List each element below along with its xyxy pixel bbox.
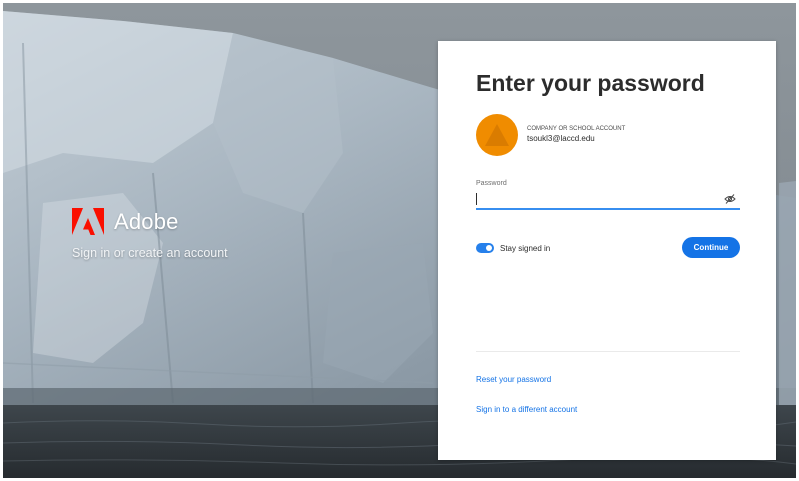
account-type: COMPANY OR SCHOOL ACCOUNT [527, 126, 626, 133]
page-title: Enter your password [476, 70, 705, 96]
password-input[interactable] [476, 191, 740, 210]
brand-name: Adobe [114, 209, 179, 234]
account-email: tsoukl3@laccd.edu [527, 133, 595, 143]
brand-tagline: Sign in or create an account [72, 246, 228, 260]
avatar-shape-icon [485, 124, 509, 146]
avatar [476, 114, 518, 156]
reset-password-link[interactable]: Reset your password [476, 375, 551, 384]
signin-card: Enter your password COMPANY OR SCHOOL AC… [438, 41, 776, 460]
stay-signed-in-label: Stay signed in [500, 243, 551, 253]
continue-button[interactable]: Continue [682, 237, 740, 258]
stay-signed-in-row: Stay signed in [476, 243, 550, 253]
text-caret [476, 193, 477, 205]
signin-screen: Adobe Sign in or create an account Enter… [0, 0, 799, 481]
brand-row: Adobe [72, 208, 228, 236]
different-account-link[interactable]: Sign in to a different account [476, 405, 577, 414]
brand-block: Adobe Sign in or create an account [72, 208, 228, 260]
toggle-knob [486, 245, 492, 251]
adobe-logo-icon [72, 208, 104, 235]
eye-off-icon[interactable] [724, 193, 736, 205]
account-summary: COMPANY OR SCHOOL ACCOUNT tsoukl3@laccd.… [476, 114, 625, 156]
divider [476, 351, 740, 352]
stay-signed-in-toggle[interactable] [476, 243, 494, 253]
account-text: COMPANY OR SCHOOL ACCOUNT tsoukl3@laccd.… [527, 126, 625, 144]
password-label: Password [476, 180, 507, 187]
